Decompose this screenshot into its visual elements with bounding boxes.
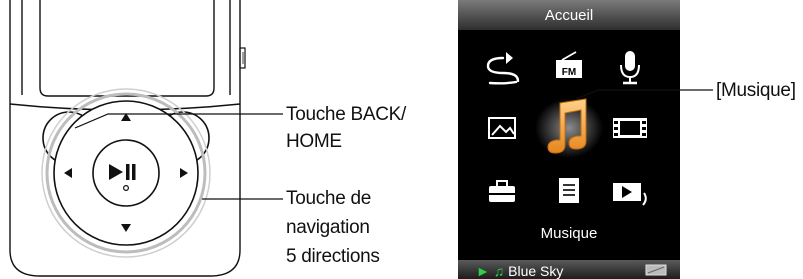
screen-title: Accueil [544, 7, 594, 24]
back-home-label-line2: HOME [286, 131, 342, 152]
screen-caption: Musique [540, 225, 598, 242]
svg-text:FM: FM [562, 67, 576, 78]
now-playing-prefix: ► ♫ [476, 263, 505, 279]
navigation-label-line2: navigation [286, 217, 370, 238]
video-icon[interactable] [613, 118, 647, 138]
document-icon[interactable] [559, 178, 579, 203]
navigation-label-line3: 5 directions [286, 246, 380, 267]
navigation-label-line1: Touche de [286, 188, 371, 209]
now-playing-title: Blue Sky [508, 263, 564, 279]
back-home-label-line1: Touche BACK/ [286, 104, 406, 125]
side-button [239, 47, 246, 69]
now-playing: ► ♫ Blue Sky [476, 263, 563, 279]
device-screen-frame [39, 0, 215, 97]
music-callout-label: [Musique] [716, 80, 796, 101]
diagram: FM [9, 0, 713, 279]
